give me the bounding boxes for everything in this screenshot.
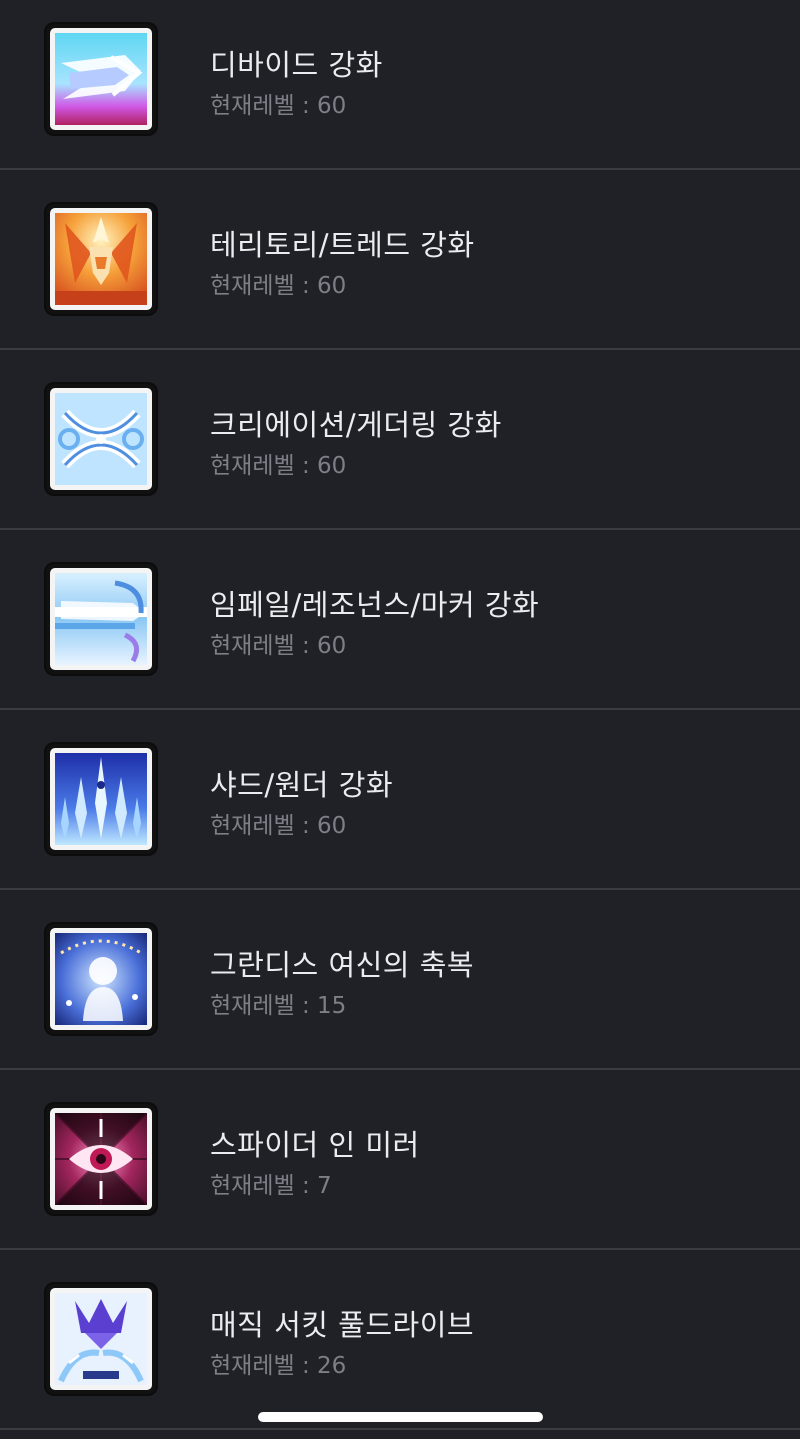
impale-resonance-marker-boost-icon <box>46 564 156 674</box>
skill-row[interactable]: 매직 서킷 풀드라이브 현재레벨 : 26 <box>0 1250 800 1430</box>
creation-gathering-boost-icon <box>46 384 156 494</box>
skill-row[interactable]: 임페일/레조넌스/마커 강화 현재레벨 : 60 <box>0 530 800 710</box>
skill-list: 디바이드 강화 현재레벨 : 60 테리토리/트레드 강화 현재레벨: 60 … <box>0 0 800 1430</box>
skill-level: 현재레벨 : 60 <box>210 453 347 479</box>
skill-name: 테리토리/트레드 강화 <box>210 228 475 262</box>
skill-level: 현재레벨 : 60 <box>210 273 347 299</box>
skill-name: 임페일/레조넌스/마커 강화 <box>210 588 540 622</box>
skill-name: 디바이드 강화 <box>210 48 383 82</box>
skill-name: 매직 서킷 풀드라이브 <box>210 1308 475 1342</box>
skill-name: 크리에이션/게더링 강화 <box>210 408 502 442</box>
skill-level: 현재레벨 : 60 <box>210 813 347 839</box>
skill-level: 현재레벨 : 15 <box>210 993 347 1019</box>
skill-level: 현재레벨 : 7 <box>210 1173 332 1199</box>
territory-trend-boost-icon <box>46 204 156 314</box>
skill-level: 현재레벨 : 26 <box>210 1353 347 1379</box>
skill-name: 스파이더 인 미러 <box>210 1128 420 1162</box>
skill-name: 그란디스 여신의 축복 <box>210 948 475 982</box>
spider-in-mirror-icon <box>46 1104 156 1214</box>
skill-name: 샤드/원더 강화 <box>210 768 394 802</box>
skill-level: 현재레벨 : 60 <box>210 93 347 119</box>
skill-row[interactable]: 디바이드 강화 현재레벨 : 60 <box>0 0 800 170</box>
magic-circuit-full-drive-icon <box>46 1284 156 1394</box>
grandis-goddess-blessing-icon <box>46 924 156 1034</box>
divide-boost-icon <box>46 24 156 134</box>
skill-row[interactable]: 크리에이션/게더링 강화 현재레벨 : 60 <box>0 350 800 530</box>
skill-level: 현재레벨 : 60 <box>210 633 347 659</box>
skill-row[interactable]: 그란디스 여신의 축복 현재레벨 : 15 <box>0 890 800 1070</box>
skill-row[interactable]: 샤드/원더 강화 현재레벨 : 60 <box>0 710 800 890</box>
skill-row[interactable]: 테리토리/트레드 강화 현재레벨 : 60 <box>0 170 800 350</box>
home-indicator[interactable] <box>258 1412 543 1422</box>
skill-row[interactable]: 스파이더 인 미러 현재레벨 : 7 <box>0 1070 800 1250</box>
shard-wonder-boost-icon <box>46 744 156 854</box>
